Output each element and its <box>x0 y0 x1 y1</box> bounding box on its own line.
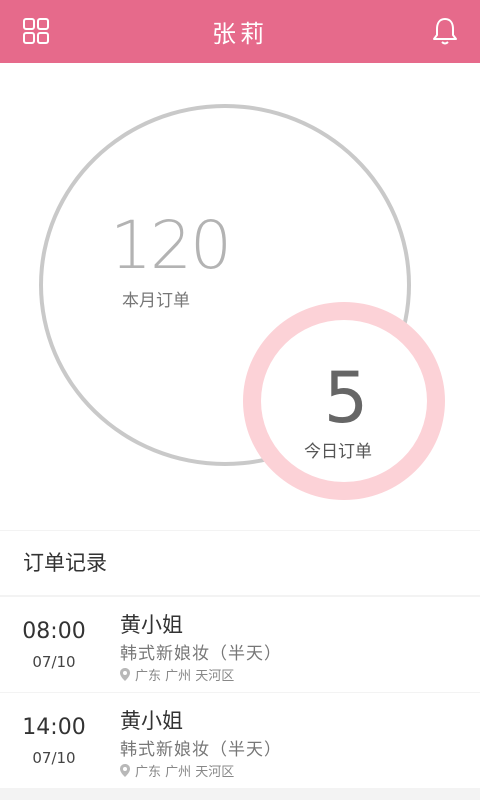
order-list-item[interactable]: 14:00 07/10 黄小姐 韩式新娘妆（半天） 广东 广州 天河区 <box>0 693 480 788</box>
service-name: 韩式新娘妆（半天） <box>120 740 282 760</box>
order-time: 14:00 <box>22 715 86 740</box>
customer-name: 黄小姐 <box>120 709 183 733</box>
location-text: 广东 广州 天河区 <box>135 765 235 780</box>
order-date: 07/10 <box>32 653 76 671</box>
month-order-label: 本月订单 <box>122 291 190 311</box>
app-header: 张莉 <box>0 0 480 63</box>
order-location: 广东 广州 天河区 <box>120 761 234 780</box>
service-name: 韩式新娘妆（半天） <box>120 644 282 664</box>
records-title: 订单记录 <box>0 531 480 595</box>
grid-icon[interactable] <box>22 17 50 45</box>
page-title: 张莉 <box>212 20 268 48</box>
order-stats-panel: 120 本月订单 5 今日订单 <box>0 63 480 530</box>
location-text: 广东 广州 天河区 <box>135 669 235 684</box>
location-pin-icon <box>120 668 130 681</box>
bell-icon[interactable] <box>430 16 460 46</box>
month-order-count: 120 <box>110 207 232 284</box>
order-location: 广东 广州 天河区 <box>120 665 234 684</box>
location-pin-icon <box>120 764 130 777</box>
order-list-item[interactable]: 08:00 07/10 黄小姐 韩式新娘妆（半天） 广东 广州 天河区 <box>0 597 480 692</box>
today-order-label: 今日订单 <box>304 442 372 462</box>
order-time: 08:00 <box>22 619 86 644</box>
order-date: 07/10 <box>32 749 76 767</box>
today-order-count: 5 <box>323 357 369 439</box>
customer-name: 黄小姐 <box>120 613 183 637</box>
